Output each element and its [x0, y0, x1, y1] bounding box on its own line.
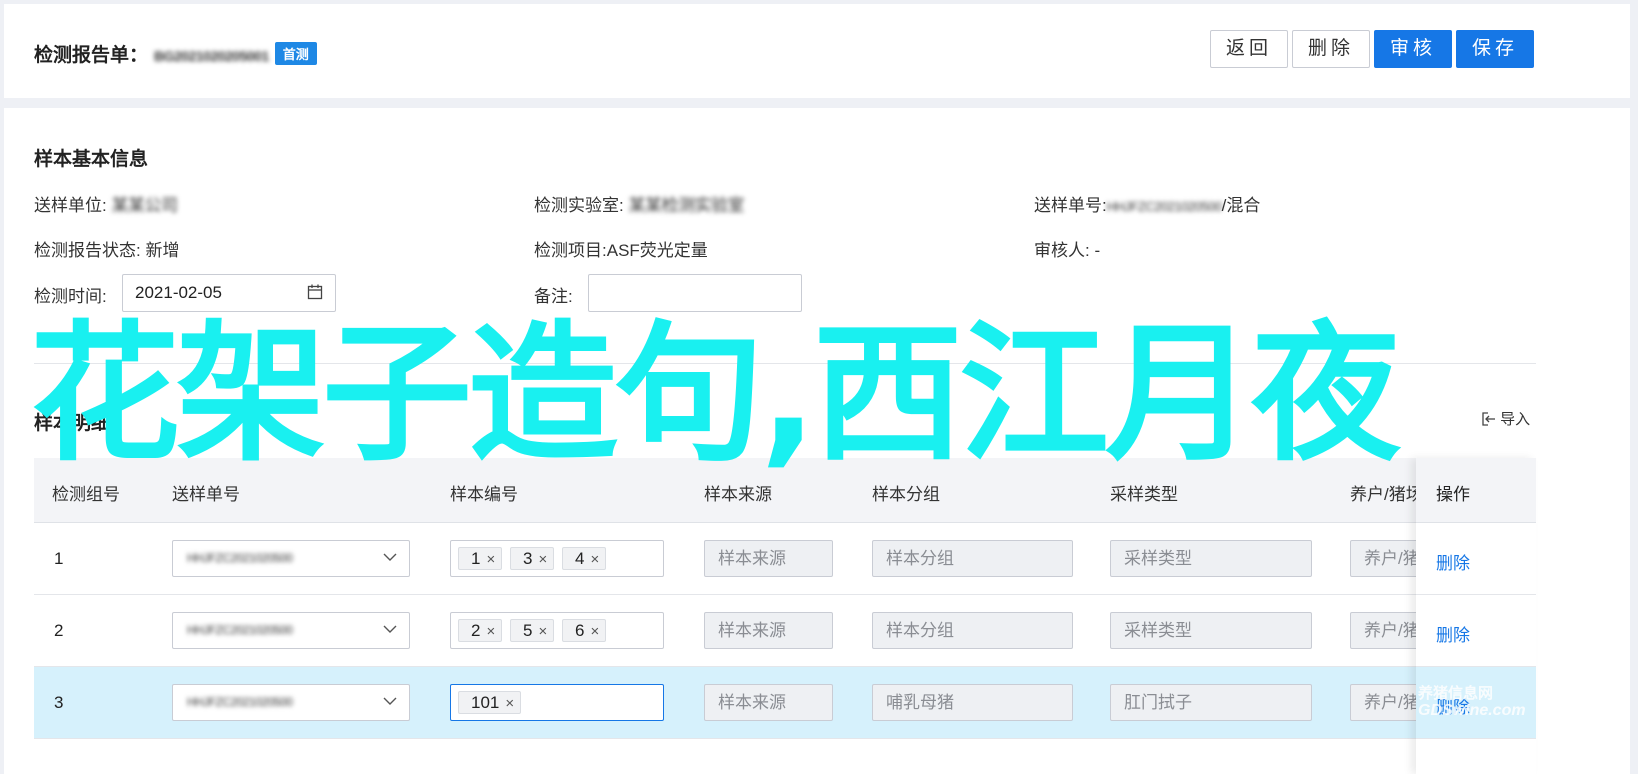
col-action: 操作 — [1436, 485, 1470, 504]
sample-tag-input[interactable]: 1 × 3 × 4 × — [450, 540, 664, 577]
save-button[interactable]: 保存 — [1456, 30, 1534, 68]
sample-tag: 1 × — [458, 547, 503, 570]
tag-label: 6 — [575, 621, 585, 640]
type-input[interactable]: 采样类型 — [1110, 540, 1312, 577]
operation-column: 操作 删除 删除 删除 — [1416, 458, 1536, 774]
sample-tag: 5 × — [510, 619, 555, 642]
select-value: HHJFZC2021020500 — [187, 623, 293, 637]
tag-close-icon[interactable]: × — [590, 623, 599, 640]
row-number: 2 — [54, 621, 64, 640]
tag-close-icon[interactable]: × — [538, 623, 547, 640]
table-row: 1 HHJFZC2021020500 1 × 3 × 4 × 样本来源 样本分组 采样… — [34, 523, 1536, 595]
submit-unit-field: 送样单位: 某某公司 — [34, 191, 178, 216]
review-button[interactable]: 审核 — [1374, 30, 1452, 68]
source-input[interactable]: 样本来源 — [704, 540, 833, 577]
item-field: 检测项目:ASF荧光定量 — [534, 236, 708, 261]
type-input[interactable]: 肛门拭子 — [1110, 684, 1312, 721]
tag-label: 3 — [523, 549, 533, 568]
source-input[interactable]: 样本来源 — [704, 684, 833, 721]
operation-cell: 删除 — [1416, 595, 1536, 667]
reviewer-field: 审核人: - — [1034, 236, 1100, 261]
import-icon — [1482, 412, 1495, 426]
group-input[interactable]: 样本分组 — [872, 612, 1073, 649]
submit-no-field: 送样单号:HHJFZC2021020500/混合 — [1034, 191, 1260, 216]
overlay-banner-text: 花架子造句,西江月夜 — [30, 308, 1401, 482]
row-number: 3 — [54, 693, 64, 712]
status-value: 新增 — [145, 241, 180, 260]
sample-tag-input[interactable]: 2 × 5 × 6 × — [450, 612, 664, 649]
import-button[interactable]: 导入 — [1482, 408, 1530, 429]
sample-tag-input[interactable]: 101 × — [450, 684, 664, 721]
tag-label: 2 — [471, 621, 481, 640]
submit-unit-label: 送样单位: — [34, 196, 107, 215]
source-input[interactable]: 样本来源 — [704, 612, 833, 649]
select-value: HHJFZC2021020500 — [187, 695, 293, 709]
sample-tag: 101 × — [458, 691, 522, 714]
submit-no-suffix: /混合 — [1221, 196, 1261, 215]
status-label: 检测报告状态: — [34, 241, 141, 260]
tag-label: 4 — [575, 549, 585, 568]
sample-tag: 6 × — [562, 619, 607, 642]
tag-label: 101 — [471, 693, 500, 712]
table-row: 3 HHJFZC2021020500 101 × 样本来源 哺乳母猪 肛门拭子 养… — [34, 667, 1536, 739]
item-value: ASF荧光定量 — [606, 241, 708, 260]
submit-no-value: HHJFZC2021020500 — [1106, 199, 1222, 214]
sample-tag: 3 × — [510, 547, 555, 570]
import-label: 导入 — [1500, 411, 1531, 428]
sample-info-title: 样本基本信息 — [34, 149, 149, 170]
tag-close-icon[interactable]: × — [486, 551, 495, 568]
back-button[interactable]: 返回 — [1210, 30, 1288, 68]
reviewer-value: - — [1094, 241, 1101, 260]
watermark-url: GDSwine.com — [1418, 702, 1526, 719]
lab-value: 某某检测实验室 — [628, 196, 744, 215]
tag-label: 1 — [471, 549, 481, 568]
delete-button[interactable]: 删除 — [1292, 30, 1370, 68]
group-input[interactable]: 哺乳母猪 — [872, 684, 1073, 721]
lab-field: 检测实验室: 某某检测实验室 — [534, 191, 744, 216]
submit-unit-value: 某某公司 — [111, 196, 178, 215]
row-delete-link[interactable]: 删除 — [1436, 549, 1470, 574]
tag-label: 5 — [523, 621, 533, 640]
title-label: 检测报告单： — [34, 45, 149, 66]
operation-cell: 删除 — [1416, 523, 1536, 595]
report-code: BG2021020205001 — [154, 48, 269, 64]
submit-no-select[interactable]: HHJFZC2021020500 — [172, 684, 410, 721]
tag-close-icon[interactable]: × — [486, 623, 495, 640]
tag-close-icon[interactable]: × — [505, 695, 514, 712]
type-input[interactable]: 采样类型 — [1110, 612, 1312, 649]
group-input[interactable]: 样本分组 — [872, 540, 1073, 577]
status-badge: 首测 — [274, 42, 317, 65]
lab-label: 检测实验室: — [534, 196, 624, 215]
row-delete-link[interactable]: 删除 — [1436, 621, 1470, 646]
submit-no-select[interactable]: HHJFZC2021020500 — [172, 612, 410, 649]
sample-tag: 4 × — [562, 547, 607, 570]
watermark-text: 养猪信息网 — [1418, 685, 1494, 702]
row-number: 1 — [54, 549, 64, 568]
chevron-down-icon — [383, 625, 397, 633]
tag-close-icon[interactable]: × — [590, 551, 599, 568]
submit-no-select[interactable]: HHJFZC2021020500 — [172, 540, 410, 577]
reviewer-label: 审核人: — [1034, 241, 1090, 260]
sample-tag: 2 × — [458, 619, 503, 642]
status-field: 检测报告状态: 新增 — [34, 236, 179, 261]
page-title: 检测报告单： BG2021020205001 首测 — [34, 40, 317, 67]
calendar-icon — [307, 284, 323, 300]
top-bar: 检测报告单： BG2021020205001 首测 返回 删除 审核 保存 — [4, 4, 1630, 98]
operation-header: 操作 — [1416, 458, 1536, 523]
chevron-down-icon — [383, 553, 397, 561]
item-label: 检测项目: — [534, 241, 607, 260]
chevron-down-icon — [383, 697, 397, 705]
select-value: HHJFZC2021020500 — [187, 551, 293, 565]
tag-close-icon[interactable]: × — [538, 551, 547, 568]
table-row: 2 HHJFZC2021020500 2 × 5 × 6 × 样本来源 样本分组 采样… — [34, 595, 1536, 667]
submit-no-label: 送样单号: — [1034, 196, 1107, 215]
